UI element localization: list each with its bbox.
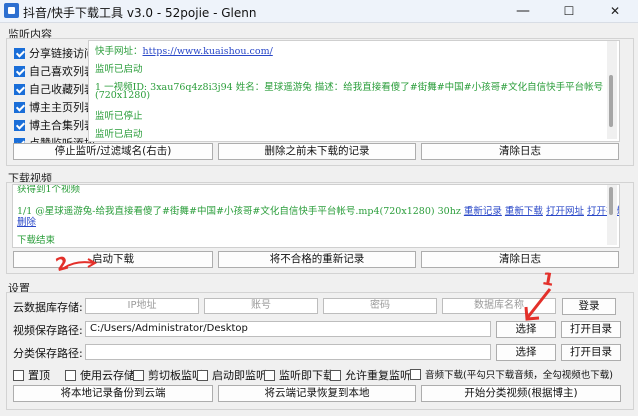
- download-log-scrollbar[interactable]: [607, 185, 617, 245]
- log-line: 监听已启动: [95, 129, 143, 140]
- checkbox-label: 允许重复监听: [345, 369, 411, 382]
- annotation-arrow-1: [524, 288, 552, 321]
- account-input[interactable]: 账号: [204, 298, 318, 314]
- log-line: 监听已停止: [95, 111, 143, 122]
- window-title: 抖音/快手下载工具 v3.0 - 52pojie - Glenn: [23, 6, 257, 20]
- checkbox-label: 置顶: [28, 369, 50, 382]
- checkbox-box[interactable]: [330, 369, 341, 381]
- checkbox-label: 博主主页列表: [29, 101, 95, 114]
- option-clipboard[interactable]: 剪切板监听: [133, 367, 203, 383]
- option-auto-download[interactable]: 监听即下载: [264, 367, 334, 383]
- title-bar: 抖音/快手下载工具 v3.0 - 52pojie - Glenn — ☐ ✕: [0, 0, 638, 23]
- open-url-link[interactable]: 打开网址: [546, 206, 584, 217]
- log-text: 1/1 @星球遥游兔-给我直接看傻了#街舞#中国#小孩哥#文化自信快手平台帐号.…: [17, 206, 461, 217]
- log-line: 快手网址：https://www.kuaishou.com/: [95, 43, 273, 57]
- download-log[interactable]: 获得到1个视频 1/1 @星球遥游兔-给我直接看傻了#街舞#中国#小孩哥#文化自…: [12, 184, 620, 248]
- option-audio-download[interactable]: 音频下载(平勾只下载音频，全勾视频也下载): [410, 367, 613, 381]
- checkbox-box[interactable]: [14, 83, 25, 95]
- classify-videos-button[interactable]: 开始分类视频(根据博主): [421, 385, 621, 402]
- log-line: 获得到1个视频: [17, 184, 81, 195]
- checkbox-label: 启动即监听: [212, 369, 267, 382]
- scrollbar-thumb[interactable]: [609, 187, 613, 215]
- annotation-arrow-2: [63, 258, 98, 269]
- checkbox-label: 监听即下载: [279, 369, 334, 382]
- checkbox-label: 分享链接访问: [29, 47, 95, 60]
- log-text: 快手网址：: [95, 46, 143, 57]
- clear-monitor-log-button[interactable]: 清除日志: [421, 143, 619, 160]
- password-input[interactable]: 密码: [323, 298, 437, 314]
- maximize-button[interactable]: ☐: [546, 0, 592, 22]
- checkbox-label: 剪切板监听: [148, 369, 203, 382]
- option-cloud-storage[interactable]: 使用云存储: [65, 367, 135, 383]
- option-allow-repeat[interactable]: 允许重复监听: [330, 367, 411, 383]
- log-line: 1 一视频ID: 3xau76q4z8i3j94 姓名：星球遥游兔 描述：给我直…: [95, 82, 604, 93]
- cloud-storage-label: 云数据库存储:: [13, 301, 83, 314]
- checkbox-box[interactable]: [264, 369, 275, 381]
- restore-from-cloud-button[interactable]: 将云端记录恢复到本地: [218, 385, 416, 402]
- log-line: 下载结束: [17, 235, 56, 246]
- log-line: 1/1 @星球遥游兔-给我直接看傻了#街舞#中国#小孩哥#文化自信快手平台帐号.…: [17, 203, 619, 217]
- option-pin-top[interactable]: 置顶: [13, 367, 50, 383]
- start-download-button[interactable]: 启动下载: [13, 251, 213, 268]
- checkbox-box[interactable]: [14, 119, 25, 131]
- close-button[interactable]: ✕: [592, 0, 638, 22]
- option-auto-monitor[interactable]: 启动即监听: [197, 367, 267, 383]
- app-icon: [4, 3, 19, 18]
- minimize-button[interactable]: —: [500, 0, 546, 22]
- redownload-link[interactable]: 重新下载: [505, 206, 543, 217]
- delete-link[interactable]: 删除: [17, 217, 36, 228]
- checkbox-box[interactable]: [14, 101, 25, 113]
- login-button[interactable]: 登录: [562, 298, 616, 315]
- checkbox-box[interactable]: [65, 369, 76, 381]
- checkbox-share-link[interactable]: 分享链接访问: [14, 45, 95, 61]
- class-path-label: 分类保存路径:: [13, 347, 83, 360]
- monitor-log[interactable]: 快手网址：https://www.kuaishou.com/ 监听已启动 1 一…: [88, 40, 620, 142]
- checkbox-my-likes[interactable]: 自己喜欢列表: [14, 63, 95, 79]
- log-line: (720x1280): [95, 90, 151, 101]
- log-line: 监听已启动: [95, 64, 143, 75]
- checkbox-label: 自己喜欢列表: [29, 65, 95, 78]
- ip-address-input[interactable]: IP地址: [85, 298, 199, 314]
- monitor-log-scrollbar[interactable]: [607, 41, 617, 139]
- checkbox-box[interactable]: [14, 47, 25, 59]
- video-path-input[interactable]: C:/Users/Administrator/Desktop: [85, 321, 491, 337]
- class-path-input[interactable]: [85, 344, 491, 360]
- checkbox-box[interactable]: [197, 369, 208, 381]
- choose-class-path-button[interactable]: 选择: [496, 344, 556, 361]
- checkbox-my-favorites[interactable]: 自己收藏列表: [14, 81, 95, 97]
- stop-monitor-button[interactable]: 停止监听/过滤域名(右击): [13, 143, 213, 160]
- checkbox-box[interactable]: [13, 369, 24, 381]
- checkbox-blogger-home[interactable]: 博主主页列表: [14, 99, 95, 115]
- kuaishou-url-link[interactable]: https://www.kuaishou.com/: [143, 46, 273, 57]
- checkbox-label: 自己收藏列表: [29, 83, 95, 96]
- checkbox-blogger-collection[interactable]: 博主合集列表: [14, 117, 95, 133]
- checkbox-label: 音频下载(平勾只下载音频，全勾视频也下载): [425, 370, 613, 381]
- delete-undownloaded-button[interactable]: 删除之前未下载的记录: [218, 143, 416, 160]
- checkbox-box[interactable]: [133, 369, 144, 381]
- scrollbar-thumb[interactable]: [609, 75, 613, 127]
- checkbox-label: 使用云存储: [80, 369, 135, 382]
- log-line: 删除: [17, 214, 36, 228]
- open-class-dir-button[interactable]: 打开目录: [561, 344, 621, 361]
- checkbox-box[interactable]: [410, 368, 421, 380]
- checkbox-box[interactable]: [14, 65, 25, 77]
- open-video-dir-button[interactable]: 打开目录: [561, 321, 621, 338]
- checkbox-label: 博主合集列表: [29, 119, 95, 132]
- record-again-link[interactable]: 重新记录: [464, 206, 502, 217]
- clear-download-log-button[interactable]: 清除日志: [421, 251, 619, 268]
- video-path-label: 视频保存路径:: [13, 324, 83, 337]
- rerecord-unqualified-button[interactable]: 将不合格的重新记录: [218, 251, 416, 268]
- backup-to-cloud-button[interactable]: 将本地记录备份到云端: [13, 385, 213, 402]
